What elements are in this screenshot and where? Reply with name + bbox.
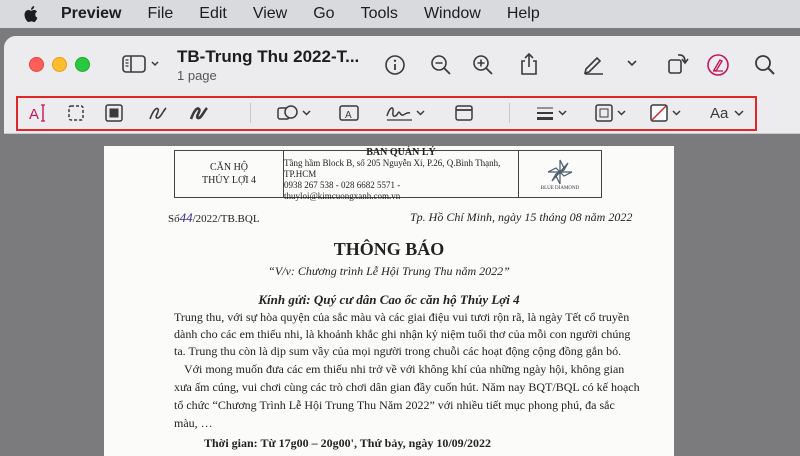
apple-logo-icon[interactable] (23, 5, 41, 23)
logo-text: BLUE DIAMOND (540, 185, 580, 191)
paragraph-line: Với mong muốn đưa các em thiếu nhi trở v… (184, 362, 625, 376)
signature-icon (386, 107, 425, 121)
text-box-tool[interactable]: A (338, 101, 360, 125)
font-style-label: Aa (710, 104, 729, 122)
markup-options-dropdown[interactable] (626, 58, 638, 68)
dashed-rectangle-icon (68, 105, 84, 121)
sketch-icon (149, 107, 167, 120)
header-left-line2: THỦY LỢI 4 (201, 175, 257, 186)
paragraph-line: ta. Trung thu còn là dịp sum vầy của mọi… (174, 344, 622, 358)
menu-view[interactable]: View (253, 5, 287, 23)
rectangular-selection-tool[interactable] (66, 101, 86, 125)
preview-window: TB-Trung Thu 2022-T... 1 page A A Aa CĂN… (4, 36, 800, 456)
paragraph-line: xưa ấm cúng, vui chơi cùng các trò chơi … (174, 380, 640, 394)
font-style-tool[interactable]: Aa (710, 101, 746, 125)
markup-circle-icon (707, 54, 729, 76)
menu-go[interactable]: Go (313, 5, 334, 23)
document-header-table: CĂN HỘ THỦY LỢI 4 BAN QUẢN LÝ Tầng hầm B… (174, 147, 602, 201)
rotate-button[interactable] (666, 50, 690, 76)
zoom-out-icon (431, 55, 451, 75)
draw-tool[interactable] (188, 101, 210, 125)
share-button[interactable] (518, 52, 540, 76)
event-time-line: Thời gian: Từ 17g00 – 20g00', Thứ bảy, n… (204, 436, 491, 450)
window-subtitle: 1 page (177, 68, 217, 83)
header-left-line1: CĂN HỘ (209, 162, 249, 173)
text-cursor-icon: A (29, 104, 45, 123)
border-color-icon (595, 104, 626, 122)
toolbar-divider (250, 103, 251, 123)
sidebar-toggle-button[interactable] (122, 54, 162, 74)
document-viewer[interactable]: CĂN HỘ THỦY LỢI 4 BAN QUẢN LÝ Tầng hầm B… (4, 134, 800, 456)
line-style-icon (537, 107, 567, 120)
search-button[interactable] (754, 54, 776, 76)
menu-edit[interactable]: Edit (199, 5, 227, 23)
shapes-icon (277, 105, 311, 120)
toolbar-divider (509, 103, 510, 123)
header-middle-cell: BAN QUẢN LÝ Tầng hầm Block B, số 205 Ngu… (284, 147, 519, 201)
reference-number: Số44/2022/TB.BQL (168, 210, 260, 226)
chevron-down-icon (734, 110, 744, 117)
info-button[interactable] (384, 54, 406, 76)
rotate-icon (668, 54, 689, 74)
paragraph-line: dành cho các em thiếu nhi, là khoảnh khắ… (174, 327, 631, 341)
share-icon (521, 52, 537, 75)
zoom-out-button[interactable] (430, 54, 452, 76)
menu-file[interactable]: File (147, 5, 173, 23)
zoom-window-button[interactable] (75, 57, 90, 72)
zoom-in-icon (473, 55, 493, 75)
draw-icon (189, 107, 208, 120)
close-window-button[interactable] (29, 57, 44, 72)
menu-help[interactable]: Help (507, 5, 540, 23)
line-style-tool[interactable] (534, 101, 574, 125)
svg-text:A: A (345, 110, 352, 121)
header-address: Tầng hầm Block B, số 205 Nguyễn Xí, P.26… (284, 157, 501, 179)
document-subject: “V/v: Chương trình Lễ Hội Trung Thu năm … (268, 264, 510, 278)
svg-text:A: A (29, 106, 39, 123)
menu-app-preview[interactable]: Preview (61, 5, 121, 23)
window-title[interactable]: TB-Trung Thu 2022-T... (177, 47, 359, 67)
menu-tools[interactable]: Tools (361, 5, 398, 23)
blue-diamond-logo-icon (547, 159, 573, 184)
menu-window[interactable]: Window (424, 5, 481, 23)
search-icon (755, 55, 775, 75)
fill-color-tool[interactable] (649, 101, 689, 125)
reference-suffix: /2022/TB.BQL (192, 213, 260, 225)
window-icon (455, 105, 473, 121)
header-contact: 0938 267 538 - 028 6682 5571 - thuyloi@k… (284, 179, 401, 201)
chevron-down-icon (627, 60, 637, 67)
title-bar: TB-Trung Thu 2022-T... 1 page (4, 36, 800, 93)
paragraph-line: màu, … (174, 416, 213, 430)
text-box-icon: A (339, 105, 359, 121)
sketch-tool[interactable] (147, 101, 169, 125)
reference-handwritten: 44 (179, 210, 193, 225)
markup-toolbar: A A Aa (4, 93, 800, 134)
document-date: Tp. Hồ Chí Minh, ngày 15 tháng 08 năm 20… (410, 210, 633, 224)
text-selection-tool[interactable]: A (28, 101, 48, 125)
reference-prefix: Số (168, 213, 180, 225)
page-layout-tool[interactable] (454, 101, 474, 125)
fill-color-icon (650, 104, 681, 122)
header-org-title: BAN QUẢN LÝ (366, 146, 436, 158)
paragraph-line: Trung thu, với sự hòa quyện của sắc màu … (174, 310, 630, 324)
instant-alpha-tool[interactable] (104, 101, 124, 125)
menu-bar: Preview File Edit View Go Tools Window H… (0, 0, 800, 28)
shapes-tool[interactable] (276, 101, 316, 125)
document-page[interactable]: CĂN HỘ THỦY LỢI 4 BAN QUẢN LÝ Tầng hầm B… (104, 146, 674, 456)
info-icon (385, 55, 405, 75)
document-heading: THÔNG BÁO (333, 239, 445, 259)
signature-tool[interactable] (384, 101, 432, 125)
pen-icon (583, 56, 603, 75)
document-salutation: Kính gửi: Quý cư dân Cao ốc căn hộ Thủy … (258, 292, 520, 307)
border-color-tool[interactable] (594, 101, 634, 125)
header-logo-cell: BLUE DIAMOND (519, 151, 601, 197)
header-left-cell: CĂN HỘ THỦY LỢI 4 (175, 151, 284, 197)
sidebar-icon (122, 55, 159, 73)
selection-square-icon (105, 104, 123, 122)
zoom-in-button[interactable] (472, 54, 494, 76)
minimize-window-button[interactable] (52, 57, 67, 72)
paragraph-line: tổ chức “Chương Trình Lễ Hội Trung Thu N… (174, 398, 615, 412)
annotate-button[interactable] (706, 53, 730, 77)
markup-toolbar-button[interactable] (582, 53, 606, 75)
